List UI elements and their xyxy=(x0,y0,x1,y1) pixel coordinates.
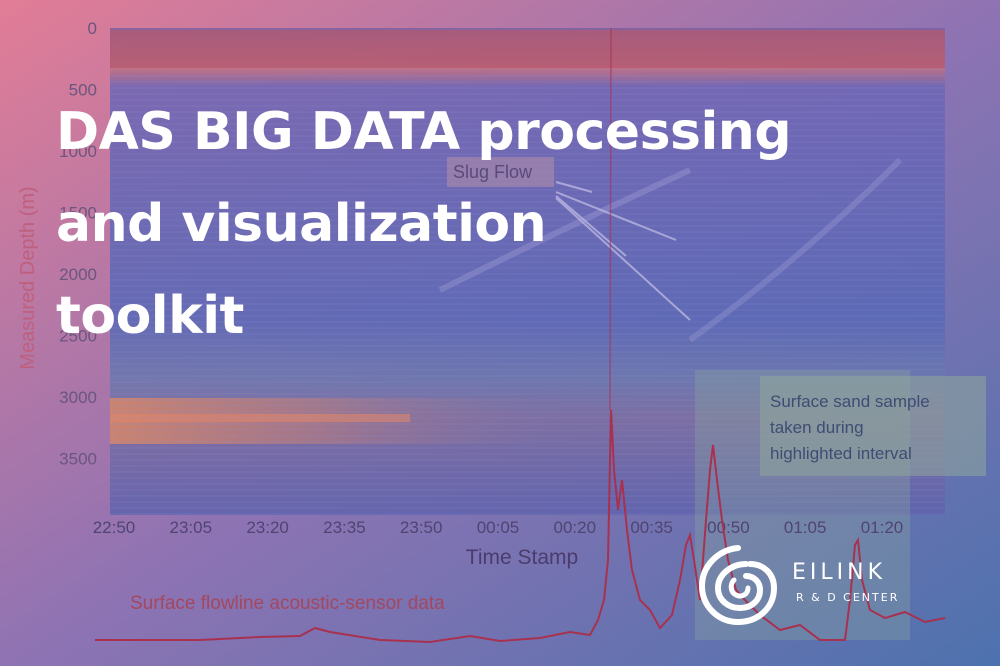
logo-name: EILINK xyxy=(792,560,887,585)
x-tick-label: 00:35 xyxy=(630,518,673,537)
hero-title-line-1: DAS BIG DATA processing xyxy=(56,102,792,162)
x-tick-label: 01:20 xyxy=(861,518,904,537)
y-tick-label: 0 xyxy=(88,19,97,38)
y-tick-label: 3000 xyxy=(59,388,97,407)
eilink-swirl-icon xyxy=(698,545,778,626)
x-tick-label: 00:50 xyxy=(707,518,750,537)
x-tick-label: 01:05 xyxy=(784,518,827,537)
x-tick-label: 23:20 xyxy=(246,518,289,537)
hero-title-line-2: and visualization xyxy=(56,194,547,254)
x-tick-label: 00:05 xyxy=(477,518,520,537)
y-axis-label: Measured Depth (m) xyxy=(17,186,39,369)
x-axis-label: Time Stamp xyxy=(466,546,578,569)
hero-title: DAS BIG DATA processing and visualizatio… xyxy=(56,86,792,362)
x-tick-label: 23:50 xyxy=(400,518,443,537)
sand-label-1: Surface sand sample xyxy=(770,392,930,411)
sand-label-2: taken during xyxy=(770,418,864,437)
logo-subtitle: R & D CENTER xyxy=(796,591,900,604)
x-tick-label: 23:05 xyxy=(170,518,213,537)
eilink-logo[interactable]: EILINK R & D CENTER xyxy=(694,540,934,630)
y-tick-label: 3500 xyxy=(59,450,97,469)
x-tick-label: 23:35 xyxy=(323,518,366,537)
sand-label-3: highlighted interval xyxy=(770,444,912,463)
x-tick-label: 22:50 xyxy=(93,518,136,537)
hero-title-line-3: toolkit xyxy=(56,286,244,346)
x-tick-label: 00:20 xyxy=(554,518,597,537)
flowline-label: Surface flowline acoustic-sensor data xyxy=(130,593,445,614)
